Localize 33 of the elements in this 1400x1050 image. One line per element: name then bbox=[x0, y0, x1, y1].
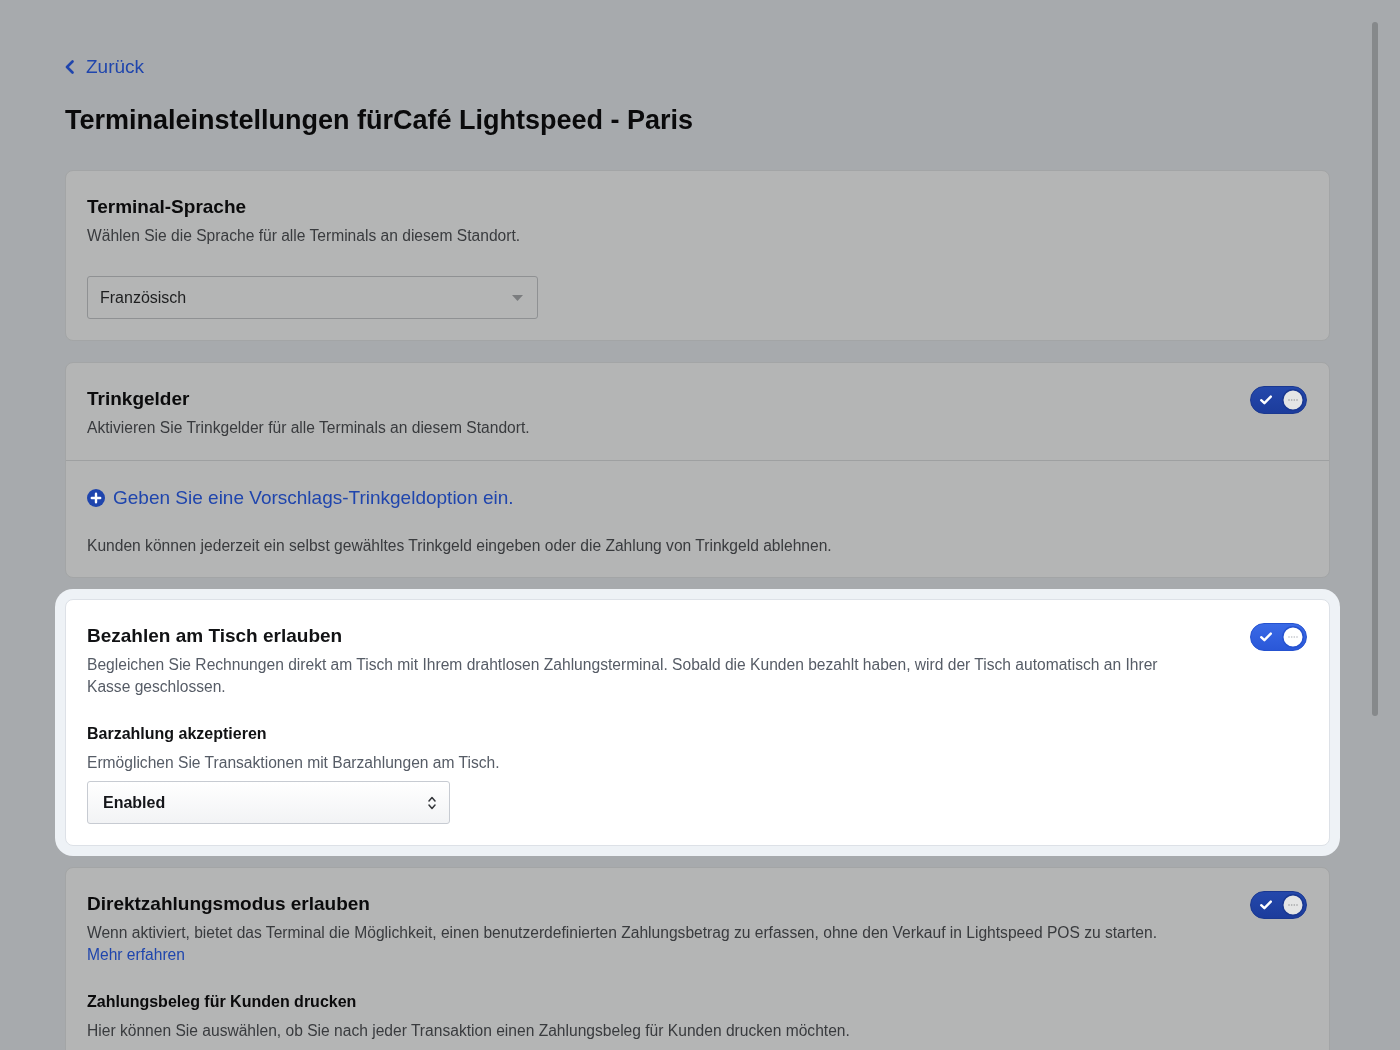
card-description: Wählen Sie die Sprache für alle Terminals an diesem Standort. bbox=[87, 226, 521, 246]
page-title: Terminaleinstellungen fürCafé Lightspeed - Paris bbox=[65, 104, 694, 137]
setting-description: Ermöglichen Sie Transaktionen mit Barzahlungen am Tisch. bbox=[87, 753, 500, 773]
card-title: Bezahlen am Tisch erlauben bbox=[87, 625, 343, 647]
setting-subtitle: Zahlungsbeleg für Kunden drucken bbox=[87, 992, 357, 1012]
switch-knob-icon[interactable] bbox=[1282, 894, 1304, 916]
toggle-switch[interactable] bbox=[1250, 891, 1307, 919]
select-field[interactable]: Enabled bbox=[87, 781, 450, 824]
check-icon bbox=[1260, 900, 1272, 910]
card-description: Aktivieren Sie Trinkgelder für alle Terminals an diesem Standort. bbox=[87, 418, 530, 438]
toggle-switch[interactable] bbox=[1250, 623, 1307, 651]
card-title: Direktzahlungsmodus erlauben bbox=[87, 893, 370, 915]
scrollbar-thumb[interactable] bbox=[1372, 22, 1378, 716]
add-tip-option-link[interactable]: Geben Sie eine Vorschlags-Trinkgeldoption ein. bbox=[87, 487, 514, 509]
plus-circle-icon bbox=[87, 489, 105, 507]
switch-knob-icon[interactable] bbox=[1282, 626, 1304, 648]
check-icon bbox=[1260, 632, 1272, 642]
check-icon bbox=[1260, 395, 1272, 405]
toggle-switch[interactable] bbox=[1250, 386, 1307, 414]
tip-note: Kunden können jederzeit ein selbst gewähltes Trinkgeld eingeben oder die Zahlung von Trinkgeld ablehnen. bbox=[87, 536, 832, 556]
back-link[interactable]: Zurück bbox=[65, 56, 145, 78]
setting-subtitle: Barzahlung akzeptieren bbox=[87, 724, 267, 744]
learn-more-link[interactable]: Mehr erfahren bbox=[87, 944, 185, 966]
up-down-chevron-icon bbox=[428, 794, 436, 811]
card-description: Wenn aktiviert, bietet das Terminal die Möglichkeit, einen benutzerdefinierten Zahlungsbetrag zu erfassen, ohne den Verkauf in Lightspeed POS zu starten. bbox=[87, 923, 1157, 943]
setting-description: Hier können Sie auswählen, ob Sie nach jeder Transaktion einen Zahlungsbeleg für Kunden drucken möchten. bbox=[87, 1021, 850, 1041]
chevron-left-icon bbox=[65, 60, 74, 74]
switch-knob-icon[interactable] bbox=[1282, 389, 1304, 411]
card-title: Trinkgelder bbox=[87, 388, 190, 410]
dropdown-field[interactable]: Französisch bbox=[87, 276, 538, 319]
caret-down-icon bbox=[512, 294, 523, 301]
card-description: Begleichen Sie Rechnungen direkt am Tisch mit Ihrem drahtlosen Zahlungsterminal. Sobald die Kunden bezahlt haben, wird der Tisch automatisch an Ihrer Kasse geschlossen. bbox=[87, 655, 1159, 697]
card-title: Terminal-Sprache bbox=[87, 196, 247, 218]
